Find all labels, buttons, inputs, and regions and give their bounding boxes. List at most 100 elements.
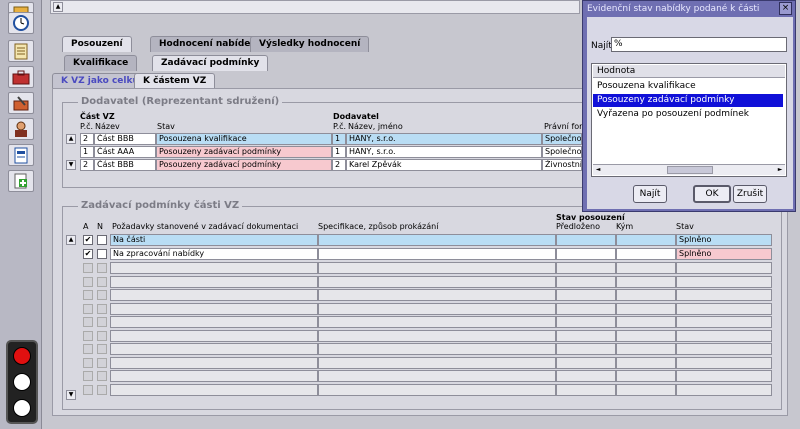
table-row-empty-cell[interactable]: [318, 343, 556, 355]
table-row-empty-cell[interactable]: [616, 316, 676, 328]
table-row-empty-cell[interactable]: [676, 356, 772, 369]
tab-hodnoceni-nabidek[interactable]: Hodnocení nabídek: [150, 36, 266, 52]
table-row-by[interactable]: [616, 234, 676, 246]
tab-posouzeni[interactable]: Posouzení: [62, 36, 132, 52]
document-list-icon[interactable]: [8, 40, 34, 62]
scroll-left-icon[interactable]: ◄: [593, 165, 603, 175]
table-row-status[interactable]: Posouzena kvalifikace: [156, 133, 332, 145]
table-row-empty-cell[interactable]: [556, 356, 616, 369]
checkbox-n[interactable]: [97, 235, 107, 245]
table-row-empty-cell[interactable]: [110, 262, 318, 274]
table-row-status[interactable]: Splněno: [676, 234, 772, 246]
table-row-empty-cell[interactable]: [676, 262, 772, 274]
value-list[interactable]: Hodnota Posouzena kvalifikace Posouzeny …: [591, 63, 787, 177]
scroll-down-icon[interactable]: ▼: [66, 160, 76, 170]
scroll-down-icon[interactable]: ▼: [66, 390, 76, 400]
list-item-selected[interactable]: Posouzeny zadávací podmínky: [593, 94, 783, 107]
list-item[interactable]: Posouzena kvalifikace: [593, 80, 783, 93]
table-row-empty-cell[interactable]: [110, 275, 318, 288]
user-icon[interactable]: [8, 118, 34, 140]
table-row-empty-cell[interactable]: [110, 289, 318, 301]
table-row-empty-cell[interactable]: [318, 289, 556, 301]
table-row-empty-cell[interactable]: [318, 316, 556, 328]
table-row-supplier[interactable]: HANY, s.r.o.: [346, 146, 542, 158]
cancel-button[interactable]: Zrušit: [733, 185, 767, 203]
table-row-empty-cell[interactable]: [676, 383, 772, 396]
table-row-empty-cell[interactable]: [556, 329, 616, 342]
table-row-empty-cell[interactable]: [110, 316, 318, 328]
table-row-empty-cell[interactable]: [556, 383, 616, 396]
table-row-requirement[interactable]: Na zpracování nabídky: [110, 248, 318, 260]
tab-kvalifikace[interactable]: Kvalifikace: [64, 55, 138, 71]
table-row-empty-cell[interactable]: [556, 370, 616, 382]
scroll-right-icon[interactable]: ►: [775, 165, 785, 175]
table-row-empty-cell[interactable]: [318, 275, 556, 288]
table-row-empty-cell[interactable]: [318, 383, 556, 396]
add-document-icon[interactable]: [8, 170, 34, 192]
table-row-empty-cell[interactable]: [616, 275, 676, 288]
table-row-empty-cell[interactable]: [556, 343, 616, 355]
tab-zadavaci-podminky[interactable]: Zadávací podmínky: [152, 55, 269, 71]
table-row-legal[interactable]: Společnost: [542, 133, 582, 145]
table-row-by[interactable]: [616, 248, 676, 260]
table-row-empty-cell[interactable]: [318, 262, 556, 274]
table-row-empty-cell[interactable]: [110, 356, 318, 369]
table-row-spec[interactable]: [318, 234, 556, 246]
tab-vysledky-hodnoceni[interactable]: Výsledky hodnocení: [250, 36, 370, 52]
table-row-empty-cell[interactable]: [616, 262, 676, 274]
table-row-empty-cell[interactable]: [110, 343, 318, 355]
table-row-empty-cell[interactable]: [676, 316, 772, 328]
table-row-empty-cell[interactable]: [616, 370, 676, 382]
table-row-empty-cell[interactable]: [616, 302, 676, 315]
table-row-supplier-pc[interactable]: 1: [332, 133, 346, 145]
table-row-empty-cell[interactable]: [110, 329, 318, 342]
checkbox-n[interactable]: [97, 249, 107, 259]
table-row-part[interactable]: Část BBB: [94, 133, 156, 145]
edit-tool-icon[interactable]: [8, 92, 34, 114]
table-row-pc[interactable]: 2: [80, 133, 94, 145]
table-row-empty-cell[interactable]: [318, 370, 556, 382]
table-row-empty-cell[interactable]: [556, 316, 616, 328]
report-icon[interactable]: [8, 144, 34, 166]
table-row-empty-cell[interactable]: [616, 343, 676, 355]
table-row-empty-cell[interactable]: [318, 302, 556, 315]
table-row-legal[interactable]: Živnostník: [542, 159, 582, 171]
table-row-supplier[interactable]: HANY, s.r.o.: [346, 133, 542, 145]
table-row-status[interactable]: Splněno: [676, 248, 772, 260]
table-row-empty-cell[interactable]: [616, 289, 676, 301]
table-row-pc[interactable]: 1: [80, 146, 94, 158]
table-row-legal[interactable]: Společnost: [542, 146, 582, 158]
table-row-empty-cell[interactable]: [616, 356, 676, 369]
table-row-submitted[interactable]: [556, 234, 616, 246]
scroll-up-icon[interactable]: ▲: [53, 2, 63, 12]
find-button[interactable]: Najít: [633, 185, 667, 203]
search-input[interactable]: %: [611, 37, 787, 52]
table-row-supplier-pc[interactable]: 1: [332, 146, 346, 158]
table-row-part[interactable]: Část BBB: [94, 159, 156, 171]
table-row-status[interactable]: Posouzeny zadávací podmínky: [156, 146, 332, 158]
table-row-empty-cell[interactable]: [318, 329, 556, 342]
toolbox-icon[interactable]: [8, 66, 34, 88]
table-row-spec[interactable]: [318, 248, 556, 260]
table-row-empty-cell[interactable]: [676, 329, 772, 342]
table-row-empty-cell[interactable]: [676, 302, 772, 315]
tab-k-castem-vz[interactable]: K částem VZ: [134, 73, 216, 89]
scroll-up-icon[interactable]: ▲: [66, 235, 76, 245]
table-row-supplier-pc[interactable]: 2: [332, 159, 346, 171]
close-icon[interactable]: ×: [779, 2, 792, 15]
checkbox-a[interactable]: ✔: [83, 249, 93, 259]
table-row-empty-cell[interactable]: [110, 383, 318, 396]
checkbox-a[interactable]: ✔: [83, 235, 93, 245]
table-row-part[interactable]: Část AAA: [94, 146, 156, 158]
table-row-requirement[interactable]: Na části: [110, 234, 318, 246]
list-item[interactable]: Vyřazena po posouzení podmínek: [593, 108, 783, 121]
table-row-empty-cell[interactable]: [616, 329, 676, 342]
table-row-empty-cell[interactable]: [110, 302, 318, 315]
scroll-up-icon[interactable]: ▲: [66, 134, 76, 144]
table-row-empty-cell[interactable]: [556, 289, 616, 301]
table-row-empty-cell[interactable]: [556, 262, 616, 274]
table-row-empty-cell[interactable]: [676, 275, 772, 288]
table-row-status[interactable]: Posouzeny zadávací podmínky: [156, 159, 332, 171]
table-row-empty-cell[interactable]: [676, 289, 772, 301]
scroll-thumb[interactable]: [667, 166, 713, 174]
